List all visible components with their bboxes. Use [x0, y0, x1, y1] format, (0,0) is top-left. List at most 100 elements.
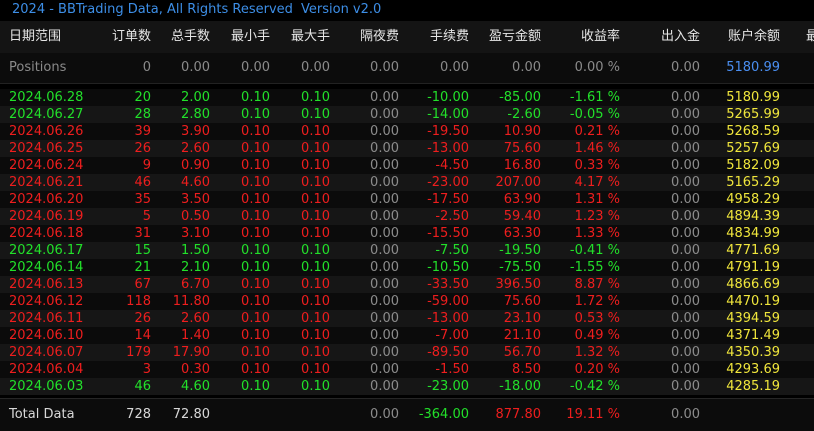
row-lots: 11.80: [172, 294, 210, 309]
row-max-lot: 0.10: [301, 260, 330, 275]
positions-label: Positions: [9, 60, 67, 75]
row-commission: -33.50: [427, 277, 469, 292]
row-min-lot: 0.10: [241, 124, 270, 139]
row-commission: -10.50: [427, 260, 469, 275]
copyright-text: 2024 - BBTrading Data, All Rights Reserv…: [12, 2, 293, 17]
table-row[interactable]: 2024.06.04 3 0.30 0.10 0.10 0.00 -1.50 8.50 0.20…: [0, 361, 814, 378]
row-lots: 2.60: [181, 311, 210, 326]
row-return: -1.61 %: [569, 90, 620, 105]
row-swap: 0.00: [370, 362, 399, 377]
row-min-lot: 0.10: [241, 107, 270, 122]
total-deposit: 0.00: [671, 407, 700, 422]
row-orders: 35: [134, 192, 151, 207]
row-commission: -2.50: [435, 209, 469, 224]
column-header-orders[interactable]: 订单数: [112, 21, 151, 53]
table-row[interactable]: 2024.06.12 118 11.80 0.10 0.10 0.00 -59.00 75.6…: [0, 293, 814, 310]
row-swap: 0.00: [370, 90, 399, 105]
table-row[interactable]: 2024.06.19 5 0.50 0.10 0.10 0.00 -2.50 59.40 1.2…: [0, 208, 814, 225]
row-lots: 0.90: [181, 158, 210, 173]
table-row[interactable]: 2024.06.28 20 2.00 0.10 0.10 0.00 -10.00 -85.00…: [0, 89, 814, 106]
table-row[interactable]: 2024.06.20 35 3.50 0.10 0.10 0.00 -17.50 63.90 1…: [0, 191, 814, 208]
row-balance: 5180.99: [726, 90, 780, 105]
row-deposit: 0.00: [671, 192, 700, 207]
row-profit: 59.40: [503, 209, 541, 224]
row-swap: 0.00: [370, 226, 399, 241]
row-orders: 46: [134, 175, 151, 190]
table-row[interactable]: 2024.06.03 46 4.60 0.10 0.10 0.00 -23.00 -18.00…: [0, 378, 814, 395]
column-header-commission[interactable]: 手续费: [430, 21, 469, 53]
row-orders: 20: [134, 90, 151, 105]
table-row[interactable]: 2024.06.18 31 3.10 0.10 0.10 0.00 -15.50 63.30 1…: [0, 225, 814, 242]
row-date: 2024.06.13: [9, 277, 84, 292]
row-return: 1.31 %: [574, 192, 620, 207]
row-balance: 4470.19: [726, 294, 780, 309]
row-min-lot: 0.10: [241, 379, 270, 394]
row-date: 2024.06.12: [9, 294, 84, 309]
row-balance: 4285.19: [726, 379, 780, 394]
row-min-lot: 0.10: [241, 277, 270, 292]
row-return: 1.32 %: [574, 345, 620, 360]
row-lots: 2.60: [181, 141, 210, 156]
row-deposit: 0.00: [671, 345, 700, 360]
row-swap: 0.00: [370, 260, 399, 275]
positions-swap: 0.00: [370, 60, 399, 75]
row-date: 2024.06.03: [9, 379, 84, 394]
column-header-max-lot[interactable]: 最大手: [291, 21, 330, 53]
row-swap: 0.00: [370, 192, 399, 207]
total-orders: 728: [126, 407, 151, 422]
table-row[interactable]: 2024.06.24 9 0.90 0.10 0.10 0.00 -4.50 16.80 0.3…: [0, 157, 814, 174]
row-balance: 5265.99: [726, 107, 780, 122]
column-header-total-lots[interactable]: 总手数: [171, 21, 210, 53]
table-row[interactable]: 2024.06.11 26 2.60 0.10 0.10 0.00 -13.00 23.10 0…: [0, 310, 814, 327]
row-return: 0.20 %: [574, 362, 620, 377]
row-balance: 5182.09: [726, 158, 780, 173]
table-row[interactable]: 2024.06.17 15 1.50 0.10 0.10 0.00 -7.50 -19.50 -…: [0, 242, 814, 259]
column-header-date-range[interactable]: 日期范围: [9, 21, 61, 53]
row-date: 2024.06.26: [9, 124, 84, 139]
table-row[interactable]: 2024.06.07 179 17.90 0.10 0.10 0.00 -89.50 56.7…: [0, 344, 814, 361]
row-deposit: 0.00: [671, 141, 700, 156]
table-row[interactable]: 2024.06.14 21 2.10 0.10 0.10 0.00 -10.50 -75.50…: [0, 259, 814, 276]
row-date: 2024.06.04: [9, 362, 84, 377]
row-swap: 0.00: [370, 107, 399, 122]
row-orders: 9: [142, 158, 151, 173]
row-profit: 396.50: [495, 277, 542, 292]
row-date: 2024.06.17: [9, 243, 84, 258]
row-commission: -17.50: [427, 192, 469, 207]
row-swap: 0.00: [370, 294, 399, 309]
table-row[interactable]: 2024.06.25 26 2.60 0.10 0.10 0.00 -13.00 75.60 1…: [0, 140, 814, 157]
row-min-lot: 0.10: [241, 260, 270, 275]
total-commission: -364.00: [418, 407, 469, 422]
column-header-profit[interactable]: 盈亏金额: [489, 21, 541, 53]
row-min-lot: 0.10: [241, 311, 270, 326]
row-max-lot: 0.10: [301, 362, 330, 377]
column-header-deposit[interactable]: 出入金: [661, 21, 700, 53]
table-row[interactable]: 2024.06.26 39 3.90 0.10 0.10 0.00 -19.50 10.90 0…: [0, 123, 814, 140]
row-swap: 0.00: [370, 243, 399, 258]
total-label: Total Data: [9, 407, 75, 422]
row-max-lot: 0.10: [301, 158, 330, 173]
row-balance: 4371.49: [726, 328, 780, 343]
column-header-min-lot[interactable]: 最小手: [231, 21, 270, 53]
row-swap: 0.00: [370, 141, 399, 156]
table-row[interactable]: 2024.06.13 67 6.70 0.10 0.10 0.00 -33.50 396.50…: [0, 276, 814, 293]
row-profit: 8.50: [512, 362, 541, 377]
row-min-lot: 0.10: [241, 209, 270, 224]
row-profit: -2.60: [507, 107, 541, 122]
column-header-swap[interactable]: 隔夜费: [360, 21, 399, 53]
table-row[interactable]: 2024.06.27 28 2.80 0.10 0.10 0.00 -14.00 -2.60 -…: [0, 106, 814, 123]
column-header-truncated[interactable]: 最: [806, 21, 814, 53]
table-row[interactable]: 2024.06.21 46 4.60 0.10 0.10 0.00 -23.00 207.00…: [0, 174, 814, 191]
row-max-lot: 0.10: [301, 107, 330, 122]
row-orders: 5: [142, 209, 151, 224]
row-deposit: 0.00: [671, 328, 700, 343]
column-header-balance[interactable]: 账户余额: [728, 21, 780, 53]
row-return: 1.72 %: [574, 294, 620, 309]
table-row[interactable]: 2024.06.10 14 1.40 0.10 0.10 0.00 -7.00 21.10 0.…: [0, 327, 814, 344]
column-header-return[interactable]: 收益率: [581, 21, 620, 53]
row-max-lot: 0.10: [301, 90, 330, 105]
row-swap: 0.00: [370, 311, 399, 326]
row-lots: 2.10: [181, 260, 210, 275]
row-deposit: 0.00: [671, 379, 700, 394]
row-min-lot: 0.10: [241, 158, 270, 173]
